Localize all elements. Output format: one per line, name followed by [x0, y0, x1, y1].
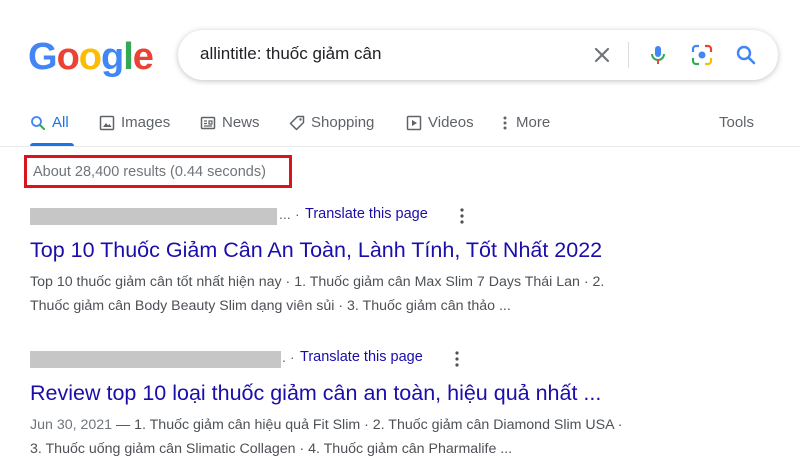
result-snippet: Jun 30, 2021 — 1. Thuốc giảm cân hiệu qu… — [30, 413, 750, 461]
tab-all-label: All — [52, 114, 69, 131]
search-icon[interactable] — [734, 43, 758, 67]
logo-letter-o1: o — [56, 36, 80, 78]
cite-separator: · — [290, 349, 295, 365]
google-logo[interactable]: Google — [28, 36, 154, 78]
snippet-line: 3. Thuốc uống giảm cân Slimatic Collagen… — [30, 441, 513, 457]
tab-more-label: More — [516, 114, 551, 131]
more-vert-icon — [503, 116, 507, 129]
news-icon — [200, 116, 216, 129]
tab-images-label: Images — [121, 114, 171, 131]
more-options-icon[interactable] — [454, 206, 470, 226]
tab-videos[interactable]: Videos — [406, 114, 474, 131]
cite-ellipsis: ... — [279, 206, 291, 222]
result-cite: . · Translate this page — [30, 347, 750, 371]
tab-videos-label: Videos — [428, 114, 474, 131]
search-icon — [31, 115, 45, 130]
cite-separator: · — [295, 206, 300, 222]
translate-link[interactable]: Translate this page — [300, 349, 423, 365]
search-result: ... · Translate this page Top 10 Thuốc G… — [30, 204, 750, 318]
tab-images[interactable]: Images — [99, 114, 170, 131]
close-icon[interactable] — [590, 43, 614, 67]
result-title-link[interactable]: Top 10 Thuốc Giảm Cân An Toàn, Lành Tính… — [30, 236, 750, 264]
tab-all[interactable]: All — [30, 114, 69, 131]
tabs-divider — [0, 146, 800, 147]
tab-shopping-label: Shopping — [311, 114, 375, 131]
microphone-icon[interactable] — [646, 43, 670, 67]
result-date: Jun 30, 2021 — [30, 417, 113, 433]
search-bar[interactable]: allintitle: thuốc giảm cân — [178, 30, 778, 80]
result-cite: ... · Translate this page — [30, 204, 750, 228]
redacted-url — [30, 208, 277, 225]
logo-letter-g: G — [28, 36, 58, 78]
redacted-url — [30, 351, 281, 368]
translate-link[interactable]: Translate this page — [305, 206, 428, 222]
camera-lens-icon[interactable] — [690, 43, 714, 67]
search-tabs: All Images News Shopping Videos More Too… — [0, 110, 800, 146]
search-divider — [628, 42, 629, 68]
tools-label: Tools — [719, 114, 755, 131]
search-result: . · Translate this page Review top 10 lo… — [30, 347, 750, 461]
logo-letter-o2: o — [78, 36, 102, 78]
tab-more[interactable]: More — [500, 114, 550, 131]
cite-ellipsis: . — [282, 349, 286, 365]
snippet-line: Thuốc giảm cân Body Beauty Slim dạng viê… — [30, 298, 511, 314]
more-options-icon[interactable] — [449, 349, 465, 369]
snippet-line: Jun 30, 2021 — 1. Thuốc giảm cân hiệu qu… — [30, 413, 750, 437]
play-icon — [406, 115, 422, 130]
logo-letter-g2: g — [101, 36, 124, 78]
tools-button[interactable]: Tools — [719, 114, 754, 131]
tab-shopping[interactable]: Shopping — [289, 114, 374, 131]
tab-news[interactable]: News — [200, 114, 260, 131]
search-input[interactable]: allintitle: thuốc giảm cân — [200, 44, 381, 64]
logo-letter-e: e — [132, 36, 154, 78]
tag-icon — [289, 115, 305, 130]
image-icon — [99, 115, 115, 130]
result-title-link[interactable]: Review top 10 loại thuốc giảm cân an toà… — [30, 379, 750, 407]
tab-news-label: News — [222, 114, 260, 131]
snippet-text: — 1. Thuốc giảm cân hiệu quả Fit Slim · … — [112, 417, 623, 433]
result-snippet: Top 10 thuốc giảm cân tốt nhất hiện nay … — [30, 270, 750, 318]
result-stats: About 28,400 results (0.44 seconds) — [24, 155, 292, 188]
snippet-line: Top 10 thuốc giảm cân tốt nhất hiện nay … — [30, 274, 605, 290]
logo-letter-l: l — [123, 36, 134, 78]
